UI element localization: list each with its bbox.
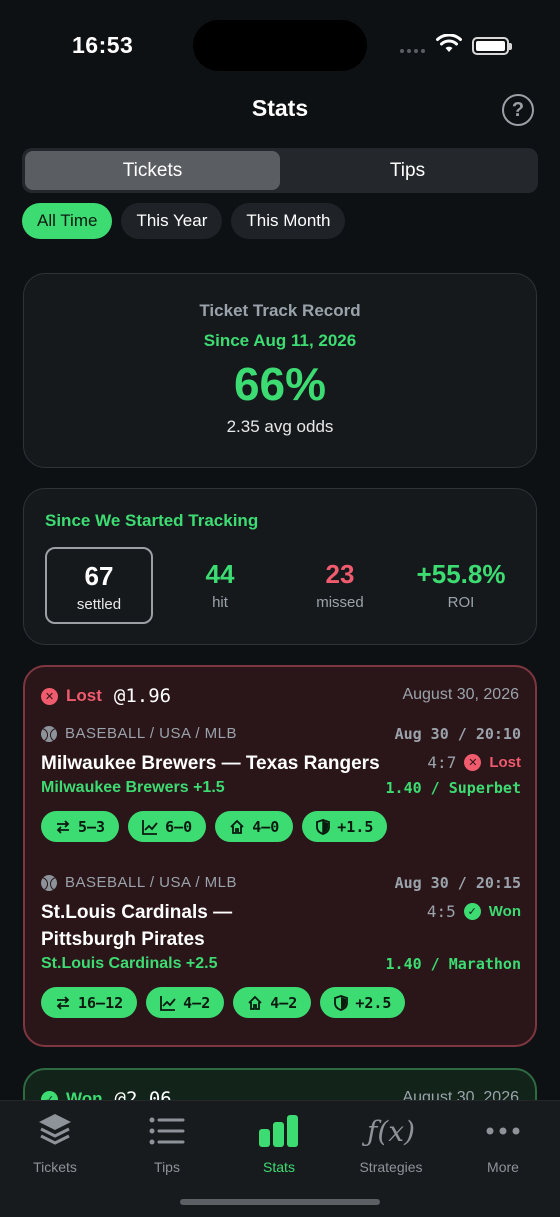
time-filter-chips: All Time This Year This Month: [22, 203, 346, 239]
wifi-icon: [436, 34, 462, 52]
tracking-summary-card: Since We Started Tracking 67 settled 44 …: [23, 488, 537, 645]
leg-score: 4:7 ✕ Lost: [427, 753, 521, 772]
ticket-leg[interactable]: BASEBALL / USA / MLB Aug 30 / 20:10 Milw…: [41, 725, 521, 842]
tickets-tips-segmented-control: Tickets Tips: [22, 148, 538, 193]
leg-score-value: 4:7: [427, 753, 457, 772]
head-to-head-pill: 5–3: [41, 811, 120, 842]
leg-league: BASEBALL / USA / MLB: [65, 725, 238, 742]
leg-price: 1.40 / Superbet: [385, 779, 521, 797]
ticket-status: Lost: [66, 686, 102, 705]
leg-score: 4:5 ✓ Won: [427, 902, 521, 921]
settled-label: settled: [76, 596, 122, 613]
segment-tips[interactable]: Tips: [280, 151, 535, 190]
leg-stat-pills: 16–12 4–2 4–2 +2.5: [41, 987, 521, 1018]
stat-settled[interactable]: 67 settled: [45, 547, 153, 624]
leg-pick: Milwaukee Brewers +1.5: [41, 779, 225, 796]
missed-count: 23: [325, 559, 355, 589]
handicap-pill: +1.5: [302, 811, 388, 842]
tab-label: Tips: [154, 1159, 180, 1175]
missed-label: missed: [316, 594, 364, 611]
tab-tips[interactable]: Tips: [117, 1111, 217, 1175]
cellular-signal-icon: [400, 49, 425, 53]
trend-chart-icon: [160, 995, 176, 1011]
average-odds: 2.35 avg odds: [226, 417, 334, 436]
list-icon: [117, 1111, 217, 1151]
stat-roi: +55.8% ROI: [406, 547, 516, 624]
status-time: 16:53: [72, 32, 134, 58]
track-record-since: Since Aug 11, 2026: [203, 331, 357, 350]
leg-pick-row: St.Louis Cardinals +2.5 1.40 / Marathon: [41, 955, 521, 973]
home-icon: [248, 995, 262, 1010]
swap-arrows-icon: [56, 819, 70, 834]
trend-chart-icon: [142, 819, 158, 835]
track-record-label: Ticket Track Record: [199, 301, 361, 320]
dynamic-island: [193, 20, 367, 71]
leg-pick: St.Louis Cardinals +2.5: [41, 955, 218, 972]
home-indicator[interactable]: [180, 1199, 380, 1205]
tab-more[interactable]: More: [453, 1111, 553, 1175]
track-record-card: Ticket Track Record Since Aug 11, 2026 6…: [23, 273, 537, 468]
status-bar: 16:53: [0, 0, 560, 90]
stat-missed: 23 missed: [286, 547, 394, 624]
ticket-leg[interactable]: BASEBALL / USA / MLB Aug 30 / 20:15 St.L…: [41, 874, 521, 1018]
page-title: Stats: [251, 95, 309, 121]
shield-icon: [334, 994, 349, 1011]
handicap-pill: +2.5: [320, 987, 406, 1018]
ticket-card[interactable]: ✕ Lost @1.96 August 30, 2026 BASEBALL / …: [23, 665, 537, 1047]
tab-label: Tickets: [33, 1159, 77, 1175]
swap-arrows-icon: [56, 995, 70, 1010]
tab-label: Strategies: [359, 1159, 423, 1175]
leg-match: St.Louis Cardinals — Pittsburgh Pirates: [41, 902, 233, 950]
ticket-header: ✕ Lost @1.96: [41, 685, 171, 707]
battery-icon: [472, 37, 512, 55]
x-circle-icon: ✕: [41, 687, 58, 705]
hit-rate-percent: 66%: [233, 358, 327, 410]
hit-label: hit: [212, 594, 228, 611]
ticket-date: August 30, 2026: [402, 686, 519, 703]
home-icon: [230, 819, 244, 834]
tracking-title: Since We Started Tracking: [45, 511, 259, 530]
leg-match: Milwaukee Brewers — Texas Rangers: [41, 753, 380, 774]
tab-label: More: [487, 1159, 519, 1175]
tab-tickets[interactable]: Tickets: [5, 1111, 105, 1175]
leg-stat-pills: 5–3 6–0 4–0 +1.5: [41, 811, 521, 842]
hit-count: 44: [205, 559, 235, 589]
function-icon: ƒ(x): [366, 1114, 415, 1148]
segment-tickets[interactable]: Tickets: [25, 151, 280, 190]
help-button[interactable]: ?: [502, 94, 534, 126]
filter-this-month[interactable]: This Month: [231, 203, 346, 239]
roi-value: +55.8%: [416, 559, 506, 589]
check-circle-icon: ✓: [463, 903, 481, 920]
baseball-icon: [41, 725, 57, 742]
head-to-head-pill: 16–12: [41, 987, 138, 1018]
stat-hit: 44 hit: [166, 547, 274, 624]
baseball-icon: [41, 874, 57, 891]
form-pill: 6–0: [128, 811, 207, 842]
leg-price: 1.40 / Marathon: [385, 955, 521, 973]
filter-all-time[interactable]: All Time: [22, 203, 113, 239]
roi-label: ROI: [447, 594, 475, 611]
leg-result: Won: [488, 903, 521, 920]
settled-count: 67: [84, 561, 114, 591]
tab-stats[interactable]: Stats: [229, 1111, 329, 1175]
leg-kickoff: Aug 30 / 20:15: [394, 874, 521, 892]
form-pill: 4–2: [146, 987, 225, 1018]
tab-label: Stats: [263, 1159, 295, 1175]
leg-result: Lost: [489, 754, 521, 771]
stack-icon: [5, 1111, 105, 1151]
leg-kickoff: Aug 30 / 20:10: [394, 725, 521, 743]
ellipsis-icon: [453, 1111, 553, 1151]
tab-strategies[interactable]: ƒ(x) Strategies: [341, 1111, 441, 1176]
home-record-pill: 4–0: [215, 811, 294, 842]
leg-league: BASEBALL / USA / MLB: [65, 874, 238, 891]
x-circle-icon: ✕: [464, 754, 482, 771]
shield-icon: [316, 818, 331, 835]
leg-pick-row: Milwaukee Brewers +1.5 1.40 / Superbet: [41, 779, 521, 797]
ticket-odds: @1.96: [113, 685, 172, 707]
leg-score-value: 4:5: [426, 902, 456, 921]
bar-chart-icon: [229, 1111, 329, 1151]
home-record-pill: 4–2: [233, 987, 312, 1018]
filter-this-year[interactable]: This Year: [121, 203, 223, 239]
